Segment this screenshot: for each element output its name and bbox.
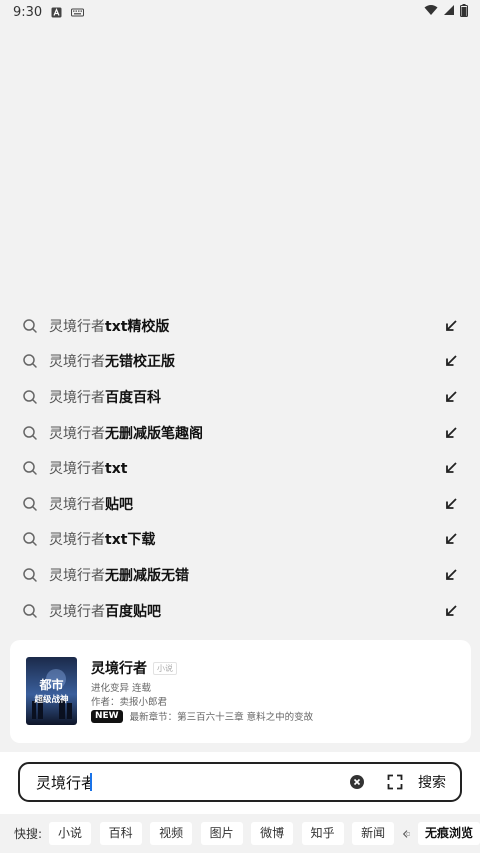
book-type-tag: 小说 [153,661,177,675]
cover-title-2: 超级战神 [33,694,69,705]
book-author: 作者：卖报小郎君 [91,697,168,708]
suggestion-prefix: 灵境行者 [49,567,105,584]
suggestion-text: 灵境行者百度百科 [49,387,444,407]
quick-chip[interactable]: 图片 [200,822,243,845]
arrow-fill-icon[interactable] [444,390,458,404]
suggestion-text: 灵境行者贴吧 [49,494,444,514]
arrow-fill-icon[interactable] [444,461,458,475]
search-input[interactable] [36,773,90,791]
suggestion-highlight: 百度贴吧 [105,603,161,620]
suggestion-highlight: 无删减版无错 [105,567,189,584]
search-area: 搜索 [0,752,480,814]
quick-search-label: 快搜: [14,827,43,841]
text-caret [90,773,92,791]
search-icon [23,568,37,582]
search-icon [23,461,37,475]
incognito-browse-button[interactable]: 无痕浏览 [417,822,480,845]
suggestion-item[interactable]: 灵境行者百度百科 [0,379,480,415]
suggestion-item[interactable]: 灵境行者无错校正版 [0,344,480,380]
quick-chip[interactable]: 小说 [49,822,92,845]
signal-icon [443,4,455,20]
keyboard-icon [71,7,85,18]
suggestion-item[interactable]: 灵境行者无删减版无错 [0,557,480,593]
a-icon [51,7,62,18]
arrow-fill-icon[interactable] [444,568,458,582]
suggestion-prefix: 灵境行者 [49,461,105,478]
search-icon [23,497,37,511]
arrow-fill-icon[interactable] [444,497,458,511]
search-icon [23,390,37,404]
wifi-icon [424,4,438,20]
quick-chip[interactable]: 新闻 [352,822,395,845]
suggestion-prefix: 灵境行者 [49,425,105,442]
suggestion-prefix: 灵境行者 [49,603,105,620]
suggestion-item[interactable]: 灵境行者贴吧 [0,486,480,522]
book-genre-status: 进化变异 连载 [91,683,152,694]
suggestion-text: 灵境行者无删减版无错 [49,565,444,585]
search-icon [23,319,37,333]
quick-search-bar: 快搜: 小说 百科 视频 图片 微博 知乎 新闻 无痕浏览 [0,814,480,853]
suggestion-list: 灵境行者txt精校版 灵境行者无错校正版 灵境行者百度百科 灵境行者无删减版笔趣… [0,308,480,628]
search-icon [23,532,37,547]
suggestion-highlight: txt [105,461,128,478]
status-bar: 9:30 [0,0,480,24]
suggestion-highlight: txt下载 [105,532,156,549]
search-icon [23,425,37,440]
search-icon [23,354,37,369]
suggestion-text: 灵境行者无错校正版 [49,351,444,371]
status-time: 9:30 [13,4,43,20]
suggestion-prefix: 灵境行者 [49,389,105,406]
suggestion-highlight: 无删减版笔趣阁 [105,425,203,442]
search-icon [23,603,37,618]
suggestion-item[interactable]: 灵境行者无删减版笔趣阁 [0,415,480,451]
chevron-left-icon[interactable] [401,827,410,841]
suggestion-highlight: txt精校版 [105,318,170,335]
cover-title-1: 都市 [38,677,63,692]
suggestion-highlight: 贴吧 [105,496,133,513]
new-badge: NEW [91,709,123,723]
quick-chip[interactable]: 百科 [99,822,142,845]
suggestion-prefix: 灵境行者 [49,496,105,513]
book-title: 灵境行者 [91,661,147,677]
battery-icon [460,3,468,21]
suggestion-text: 灵境行者txt精校版 [49,316,444,336]
suggestion-highlight: 无错校正版 [105,354,175,371]
expand-icon[interactable] [387,774,403,790]
suggestion-item[interactable]: 灵境行者txt下载 [0,522,480,558]
quick-chip[interactable]: 微博 [251,822,294,845]
suggestion-highlight: 百度百科 [105,389,161,406]
suggestion-prefix: 灵境行者 [49,354,105,371]
arrow-fill-icon[interactable] [444,532,458,546]
quick-chip[interactable]: 知乎 [301,822,344,845]
suggestion-prefix: 灵境行者 [49,532,105,549]
book-cover: 都市 超级战神 [26,657,77,725]
suggestion-item[interactable]: 灵境行者百度贴吧 [0,593,480,629]
arrow-fill-icon[interactable] [444,604,458,618]
arrow-fill-icon[interactable] [444,426,458,440]
suggestion-item[interactable]: 灵境行者txt精校版 [0,308,480,344]
suggestion-text: 灵境行者txt [49,458,444,478]
suggestion-prefix: 灵境行者 [49,318,105,335]
arrow-fill-icon[interactable] [444,319,458,333]
search-button[interactable]: 搜索 [418,772,446,792]
quick-chip[interactable]: 视频 [150,822,193,845]
suggestion-item[interactable]: 灵境行者txt [0,450,480,486]
arrow-fill-icon[interactable] [444,354,458,368]
book-card[interactable]: 都市 超级战神 灵境行者 小说 进化变异 连载 作者：卖报小郎君 NEW 最新章… [10,640,471,743]
suggestion-text: 灵境行者无删减版笔趣阁 [49,423,444,443]
clear-icon[interactable] [349,774,365,790]
suggestion-text: 灵境行者txt下载 [49,529,444,549]
latest-chapter[interactable]: 最新章节：第三百六十三章 意料之中的变故 [130,709,314,723]
suggestion-text: 灵境行者百度贴吧 [49,601,444,621]
search-box[interactable]: 搜索 [18,762,462,802]
